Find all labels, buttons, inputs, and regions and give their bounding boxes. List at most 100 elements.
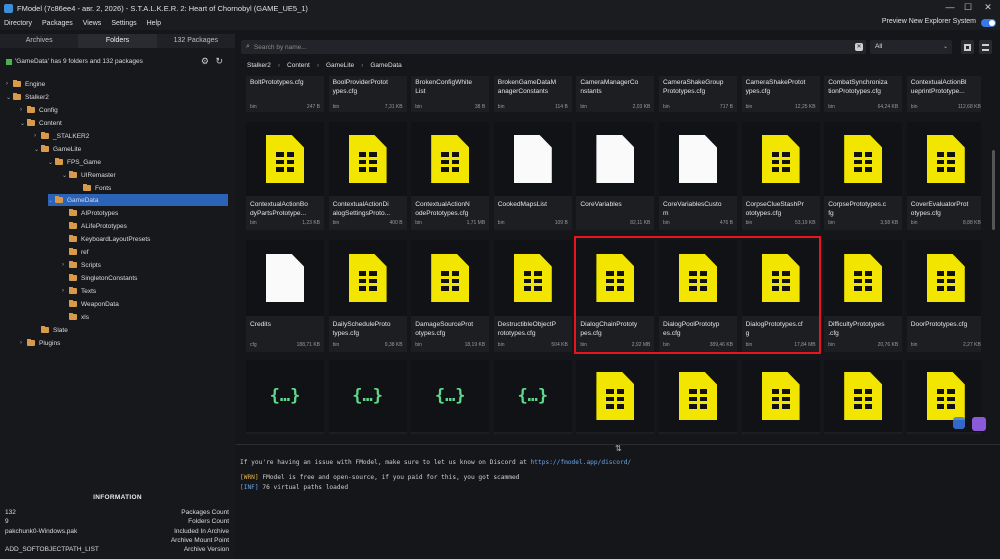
menu-views[interactable]: Views [83, 20, 102, 27]
close-button[interactable]: ✕ [982, 2, 994, 13]
file-tile[interactable]: CombatSynchroniza tionPrototypes.cfg bin 6… [824, 76, 903, 112]
file-tile[interactable]: BoolProviderProtot ypes.cfg bin 7,31 KB [328, 76, 407, 112]
folder-status-text: 'GameData' has 9 folders and 132 package… [15, 58, 143, 65]
file-size: 9,38 KB [384, 342, 403, 348]
expand-arrow-icon[interactable]: ⌄ [62, 172, 69, 179]
expand-arrow-icon[interactable]: › [20, 107, 27, 113]
tab-archives[interactable]: Archives [0, 34, 79, 48]
file-tile[interactable]: CoreVariables 82,11 KB [576, 122, 655, 230]
file-tile[interactable]: BrokenGameDataM anagerConstants bin 114 B [493, 76, 572, 112]
menu-packages[interactable]: Packages [42, 20, 73, 27]
file-tile[interactable]: ContextualActionBo dyPartsPrototype... bi… [246, 122, 324, 230]
expand-arrow-icon[interactable]: ⌄ [34, 146, 41, 153]
file-tile[interactable]: {…} [493, 360, 572, 434]
tree-item-alifeprototypes[interactable]: ALifePrototypes [69, 220, 127, 232]
file-tile[interactable]: DestructibleObjectP rototypes.cfg bin 504 … [493, 240, 572, 352]
expand-arrow-icon[interactable]: › [62, 262, 69, 268]
tab-packages[interactable]: 132 Packages [156, 34, 235, 48]
file-tile[interactable]: CoverEvaluatorProt otypes.cfg bin 8,88 KB [906, 122, 981, 230]
file-tile[interactable]: DailyScheduleProto types.cfg bin 9,38 KB [328, 240, 407, 352]
file-tile[interactable]: {…} [411, 360, 490, 434]
expand-arrow-icon[interactable]: ⌄ [48, 197, 55, 204]
tree-item-keyboardlayoutpresets[interactable]: KeyboardLayoutPresets [69, 233, 150, 245]
file-tile[interactable]: DamageSourceProt otypes.cfg bin 18,19 KB [411, 240, 490, 352]
tree-item-weapondata[interactable]: WeaponData [69, 298, 119, 310]
extension-button-icon[interactable] [972, 417, 986, 431]
expand-arrow-icon[interactable]: ⌄ [20, 120, 27, 127]
file-tile[interactable]: CameraShakeGroup Prototypes.cfg bin 717 B [659, 76, 737, 112]
file-tile[interactable]: ContextualActionN odePrototypes.cfg bin 1,… [411, 122, 490, 230]
breadcrumb-item[interactable]: GameLite [326, 62, 354, 69]
refresh-icon[interactable]: ↻ [215, 56, 223, 66]
file-tile[interactable] [824, 360, 903, 434]
grid-scrollbar[interactable] [992, 150, 995, 230]
grid-view-button[interactable] [961, 40, 974, 54]
file-tile[interactable]: BoltPrototypes.cfg bin 247 B [246, 76, 324, 112]
file-tile[interactable]: Credits cfg 188,71 KB [246, 240, 324, 352]
file-tile[interactable]: CameraShakeProtot ypes.cfg bin 12,25 KB [741, 76, 820, 112]
expand-arrow-icon[interactable]: › [62, 288, 69, 294]
file-tile[interactable] [659, 360, 737, 434]
tree-item-engine[interactable]: › Engine [6, 78, 45, 90]
file-tile[interactable]: {…} [246, 360, 324, 434]
list-view-icon [982, 43, 989, 51]
tree-item-fps-game[interactable]: ⌄ FPS_Game [48, 156, 101, 168]
file-tile[interactable] [741, 360, 820, 434]
tree-item-scripts[interactable]: › Scripts [62, 259, 101, 271]
tree-item-stalker2[interactable]: ⌄ Stalker2 [6, 91, 49, 103]
preview-explorer-toggle[interactable] [981, 19, 996, 27]
search-input[interactable]: ⌕ Search by name... ✕ [241, 40, 866, 54]
tab-folders[interactable]: Folders [78, 34, 157, 48]
tree-item-gamelite[interactable]: ⌄ GameLite [34, 143, 81, 155]
file-tile[interactable]: CameraManagerCo nstants bin 2,03 KB [576, 76, 655, 112]
file-tile[interactable]: CoreVariablesCusto m bin 476 B [659, 122, 737, 230]
file-tile[interactable]: {…} [328, 360, 407, 434]
tree-item-content[interactable]: ⌄ Content [20, 117, 62, 129]
menu-settings[interactable]: Settings [111, 20, 136, 27]
file-tile[interactable]: CorpsePrototypes.c fg bin 3,58 KB [824, 122, 903, 230]
maximize-button[interactable]: ☐ [962, 2, 974, 13]
menu-help[interactable]: Help [147, 20, 161, 27]
clear-icon[interactable]: ✕ [855, 43, 863, 51]
highlight-box [574, 236, 821, 354]
tree-item-plugins[interactable]: › Plugins [20, 337, 60, 349]
left-panel: Archives Folders 132 Packages 'GameData'… [0, 34, 235, 559]
file-tile[interactable] [906, 360, 981, 434]
minimize-button[interactable]: — [944, 2, 956, 12]
tree-item-singletonconstants[interactable]: SingletonConstants [69, 272, 137, 284]
tree-item-ref[interactable]: ref [69, 246, 89, 258]
settings-icon[interactable]: ⚙ [201, 56, 209, 66]
discord-link[interactable]: https://fmodel.app/discord/ [531, 459, 632, 466]
config-file-icon [761, 135, 800, 183]
file-tile[interactable]: DifficultyPrototypes .cfg bin 20,76 KB [824, 240, 903, 352]
breadcrumb-item[interactable]: Content [287, 62, 310, 69]
folder-button-icon[interactable] [953, 417, 965, 429]
tree-item-slate[interactable]: Slate [41, 324, 68, 336]
file-tile[interactable]: DoorPrototypes.cfg bin 2,27 KB [906, 240, 981, 352]
tree-item-gamedata[interactable]: ⌄ GameData [48, 194, 228, 206]
tree-item-texts[interactable]: › Texts [62, 285, 96, 297]
tree-item-aiprototypes[interactable]: AIPrototypes [69, 207, 118, 219]
expand-arrow-icon[interactable]: › [6, 81, 13, 87]
menu-directory[interactable]: Directory [4, 20, 32, 27]
file-tile[interactable]: ContextualActionDi alogSettingsProto... b… [328, 122, 407, 230]
breadcrumb-item[interactable]: GameData [370, 62, 401, 69]
expand-arrow-icon[interactable]: › [20, 340, 27, 346]
breadcrumb-item[interactable]: Stalker2 [247, 62, 271, 69]
list-view-button[interactable] [979, 40, 992, 54]
file-tile[interactable]: CookedMapsList bin 109 B [493, 122, 572, 230]
file-tile[interactable]: CorpseClueStashPr ototypes.cfg bin 53,19 K… [741, 122, 820, 230]
tree-item-uiremaster[interactable]: ⌄ UIRemaster [62, 169, 116, 181]
tree-item-config[interactable]: › Config [20, 104, 58, 116]
tree-item-stalker2-underscore[interactable]: › _STALKER2 [34, 130, 89, 142]
file-tile[interactable]: BrokenConfigWhite List bin 38 B [411, 76, 490, 112]
expand-arrow-icon[interactable]: › [34, 133, 41, 139]
file-tile[interactable] [576, 360, 655, 434]
file-tile[interactable]: ContextualActionBl ueprintPrototype... bi… [906, 76, 981, 112]
filter-select[interactable]: All ⌄ [870, 40, 952, 54]
resize-handle-icon[interactable]: ⇅ [615, 444, 622, 453]
expand-arrow-icon[interactable]: ⌄ [48, 159, 55, 166]
tree-item-fonts[interactable]: Fonts [83, 182, 111, 194]
expand-arrow-icon[interactable]: ⌄ [6, 94, 13, 101]
tree-item-xls[interactable]: xls [69, 311, 89, 323]
